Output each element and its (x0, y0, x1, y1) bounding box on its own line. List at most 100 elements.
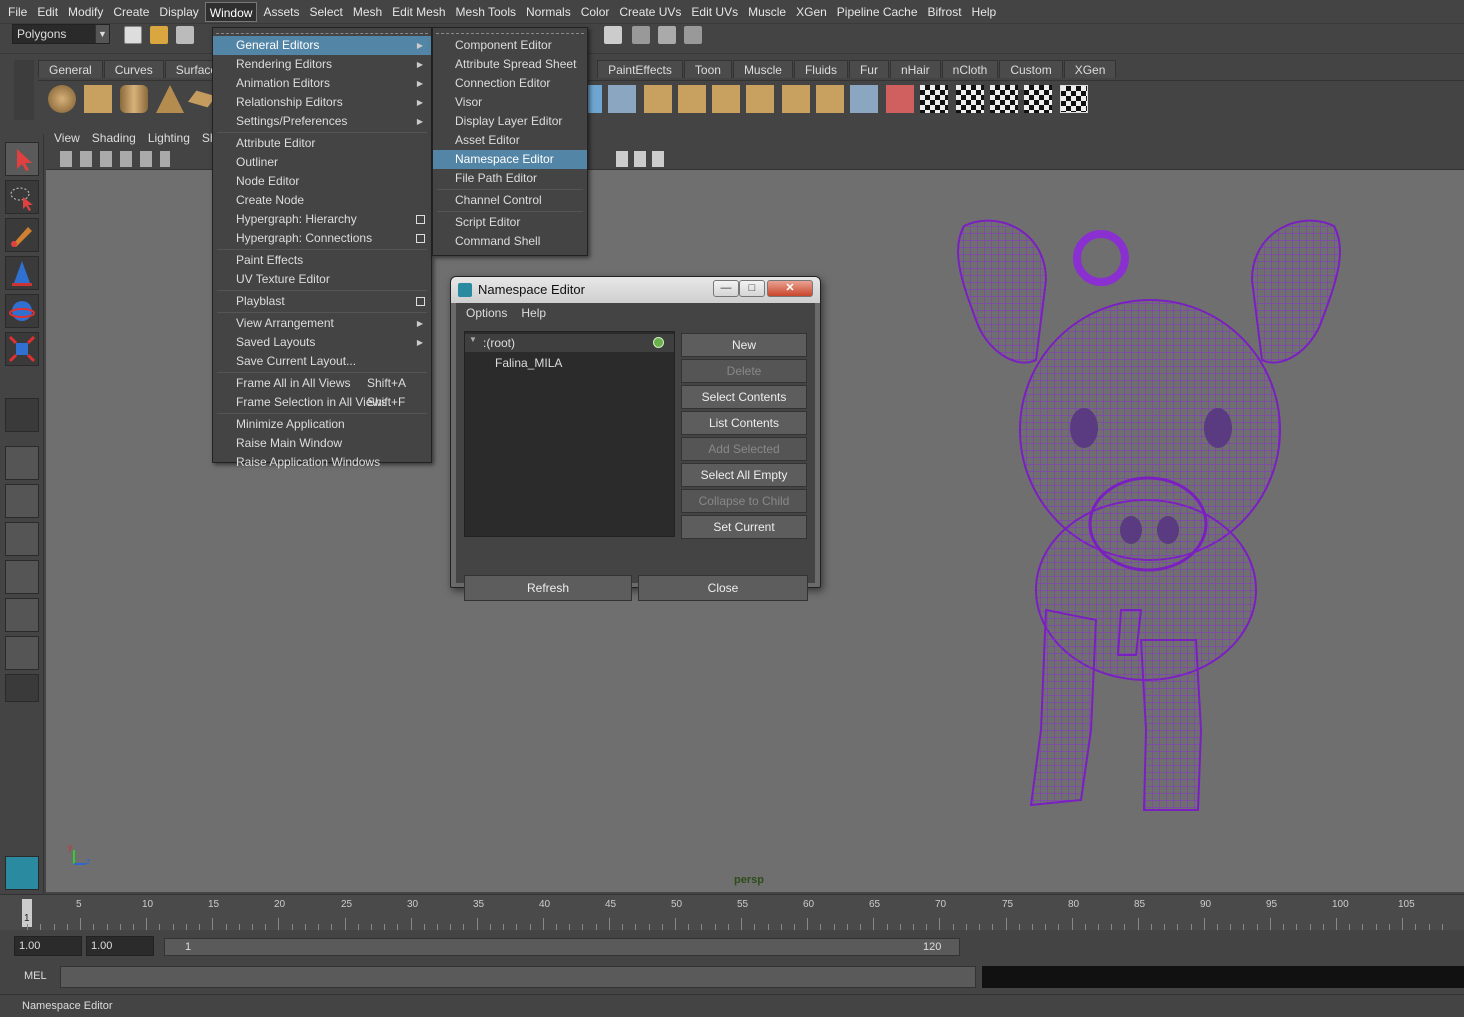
lasso-tool-icon[interactable] (5, 180, 39, 214)
select-contents-button[interactable]: Select Contents (681, 385, 807, 409)
menu-create-uvs[interactable]: Create UVs (615, 2, 685, 22)
menu-mesh[interactable]: Mesh (349, 2, 386, 22)
menu-item-channel-control[interactable]: Channel Control (433, 191, 587, 210)
refresh-button[interactable]: Refresh (464, 575, 632, 601)
menu-item-paint-effects[interactable]: Paint Effects (213, 251, 431, 270)
menu-item-uv-texture-editor[interactable]: UV Texture Editor (213, 270, 431, 289)
menu-tearoff[interactable] (216, 28, 428, 34)
panel-tool-icons[interactable] (60, 151, 170, 167)
menu-tearoff[interactable] (436, 28, 584, 34)
uv-tool-icon[interactable] (1024, 85, 1052, 113)
panel-menu-lighting[interactable]: Lighting (148, 131, 190, 145)
namespace-tree[interactable]: ▼ :(root) Falina_MILA (464, 331, 675, 537)
layout-more-icon[interactable] (5, 674, 39, 702)
option-box-icon[interactable] (416, 215, 425, 224)
poly-tool-icon[interactable] (712, 85, 740, 113)
menu-bifrost[interactable]: Bifrost (924, 2, 966, 22)
menu-item-save-current-layout[interactable]: Save Current Layout... (213, 352, 431, 371)
menu-item-outliner[interactable]: Outliner (213, 153, 431, 172)
poly-tool-icon[interactable] (608, 85, 636, 113)
menu-edit-mesh[interactable]: Edit Mesh (388, 2, 449, 22)
playback-start-field[interactable]: 1.00 (86, 936, 154, 956)
script-language-label[interactable]: MEL (24, 970, 47, 982)
menu-item-minimize-application[interactable]: Minimize Application (213, 415, 431, 434)
shelf-tab-fur[interactable]: Fur (848, 60, 889, 78)
start-time-field[interactable]: 1.00 (14, 936, 82, 956)
shelf-tab-painteffects[interactable]: PaintEffects (597, 60, 683, 78)
save-scene-icon[interactable] (176, 26, 194, 44)
collapse-to-child-button[interactable]: Collapse to Child (681, 489, 807, 513)
poly-tool-icon[interactable] (644, 85, 672, 113)
uv-tool-icon[interactable] (956, 85, 984, 113)
menu-item-frame-selection-in-all-views[interactable]: Frame Selection in All Views Shift+F (213, 393, 431, 412)
menu-item-visor[interactable]: Visor (433, 93, 587, 112)
poly-cylinder-icon[interactable] (120, 85, 148, 113)
menu-item-rendering-editors[interactable]: Rendering Editors ▶ (213, 55, 431, 74)
shelf-tab-muscle[interactable]: Muscle (732, 60, 793, 78)
menu-edit[interactable]: Edit (33, 2, 62, 22)
layout-single-icon[interactable] (5, 446, 39, 480)
tree-row-child[interactable]: Falina_MILA (495, 356, 562, 370)
menu-window[interactable]: Window (204, 1, 258, 22)
shelf-tab-general[interactable]: General (38, 60, 103, 78)
move-tool-icon[interactable] (5, 256, 39, 290)
menu-select[interactable]: Select (305, 2, 346, 22)
shelf-tab-fluids[interactable]: Fluids (793, 60, 848, 78)
poly-tool-icon[interactable] (678, 85, 706, 113)
menu-item-component-editor[interactable]: Component Editor (433, 36, 587, 55)
menu-help[interactable]: Help (968, 2, 1001, 22)
open-scene-icon[interactable] (150, 26, 168, 44)
dialog-menu-help[interactable]: Help (521, 306, 546, 320)
menu-item-raise-main-window[interactable]: Raise Main Window (213, 434, 431, 453)
tree-row-root[interactable]: ▼ :(root) (465, 334, 674, 352)
menu-item-display-layer-editor[interactable]: Display Layer Editor (433, 112, 587, 131)
poly-tool-icon[interactable] (850, 85, 878, 113)
panel-tool-icons[interactable] (616, 151, 666, 167)
uv-tool-icon[interactable] (990, 85, 1018, 113)
command-input[interactable] (60, 966, 976, 988)
window-titlebar[interactable]: Namespace Editor — □ ✕ (451, 277, 820, 303)
scale-tool-icon[interactable] (5, 332, 39, 366)
rotate-tool-icon[interactable] (5, 294, 39, 328)
poly-tool-icon[interactable] (886, 85, 914, 113)
menu-item-raise-application-windows[interactable]: Raise Application Windows (213, 453, 431, 472)
shelf-tab-custom[interactable]: Custom (999, 60, 1063, 78)
menu-item-namespace-editor[interactable]: Namespace Editor (433, 150, 587, 169)
chevron-down-icon[interactable]: ▼ (95, 25, 109, 43)
dialog-menu-options[interactable]: Options (466, 306, 507, 320)
add-selected-button[interactable]: Add Selected (681, 437, 807, 461)
poly-sphere-icon[interactable] (48, 85, 76, 113)
option-box-icon[interactable] (416, 234, 425, 243)
layout-persp-graph-icon[interactable] (5, 636, 39, 670)
expand-arrow-icon[interactable]: ▼ (469, 335, 477, 344)
shelf-tab-xgen[interactable]: XGen (1063, 60, 1117, 78)
new-scene-icon[interactable] (124, 26, 142, 44)
poly-tool-icon[interactable] (746, 85, 774, 113)
shelf-tab-curves[interactable]: Curves (103, 60, 164, 78)
poly-tool-icon[interactable] (782, 85, 810, 113)
menu-item-relationship-editors[interactable]: Relationship Editors ▶ (213, 93, 431, 112)
menu-item-script-editor[interactable]: Script Editor (433, 213, 587, 232)
time-slider[interactable]: 1 5 10 15 20 25 30 35 40 45 50 55 60 65 70 75 80 85 90 95 1… (0, 894, 1464, 930)
menu-item-connection-editor[interactable]: Connection Editor (433, 74, 587, 93)
menu-edit-uvs[interactable]: Edit UVs (687, 2, 742, 22)
menu-item-attribute-spread-sheet[interactable]: Attribute Spread Sheet (433, 55, 587, 74)
menu-create[interactable]: Create (109, 2, 153, 22)
menu-file[interactable]: File (4, 2, 31, 22)
hypershade-icon[interactable] (684, 26, 702, 44)
uv-tool-icon[interactable] (920, 85, 948, 113)
menu-item-animation-editors[interactable]: Animation Editors ▶ (213, 74, 431, 93)
paint-select-icon[interactable] (5, 218, 39, 252)
render-icon[interactable] (604, 26, 622, 44)
poly-cone-icon[interactable] (156, 85, 184, 113)
menu-item-general-editors[interactable]: General Editors ▶ (213, 36, 431, 55)
panel-menu-shading[interactable]: Shading (92, 131, 136, 145)
range-slider[interactable]: 1 120 (164, 938, 960, 956)
shelf-tab-toon[interactable]: Toon (683, 60, 732, 78)
menu-pipeline-cache[interactable]: Pipeline Cache (833, 2, 922, 22)
select-all-empty-button[interactable]: Select All Empty (681, 463, 807, 487)
menu-item-command-shell[interactable]: Command Shell (433, 232, 587, 251)
menu-item-view-arrangement[interactable]: View Arrangement ▶ (213, 314, 431, 333)
menu-item-saved-layouts[interactable]: Saved Layouts ▶ (213, 333, 431, 352)
menu-item-hypergraph-hierarchy[interactable]: Hypergraph: Hierarchy (213, 210, 431, 229)
